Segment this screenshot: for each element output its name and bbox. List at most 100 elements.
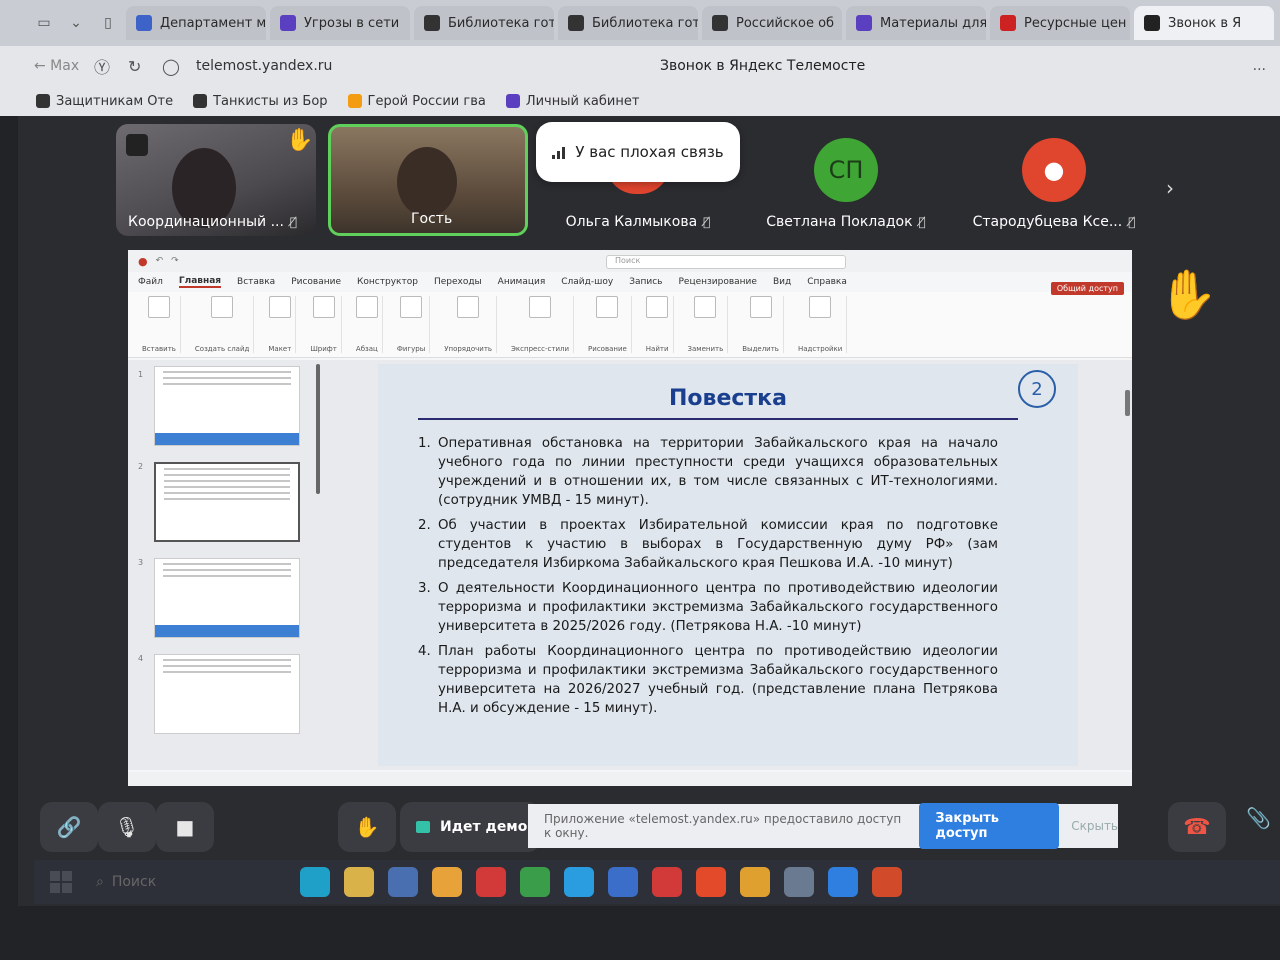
uc-icon (136, 15, 152, 31)
link-button[interactable]: 🔗 (40, 802, 98, 852)
circle-app-icon[interactable] (784, 867, 814, 897)
z-icon (712, 15, 728, 31)
reload-icon[interactable]: ↻ (128, 57, 162, 76)
tab[interactable]: Библиотека гот (558, 6, 698, 40)
tab-label: Угрозы в сети (304, 15, 400, 31)
bookmark-item[interactable]: Личный кабинет (505, 94, 639, 109)
tab[interactable]: Звонок в Я (1134, 6, 1274, 40)
mic-button[interactable]: 🎙 (98, 802, 156, 852)
yandex-browser-icon[interactable] (740, 867, 770, 897)
bookmark-item[interactable]: Герой России гва (347, 94, 486, 109)
pp-ribbon-group[interactable]: Рисование (584, 296, 632, 353)
pp-ribbon-group[interactable]: Макет (264, 296, 297, 353)
slide-thumb[interactable] (154, 654, 300, 734)
chevron-right-icon[interactable]: › (1166, 176, 1174, 200)
taskbar-search[interactable]: ⌕ Поиск (86, 867, 286, 897)
bookmark-item[interactable]: Танкисты из Бор (193, 93, 328, 109)
pp-menu-item[interactable]: Анимация (498, 277, 546, 287)
tab[interactable]: Департамент м (126, 6, 266, 40)
pp-menu-item[interactable]: Запись (629, 277, 662, 287)
slide-canvas[interactable]: 2 Повестка 1. Оперативная обстановка на т… (378, 364, 1078, 766)
participant-tile-active[interactable]: Гость (328, 124, 528, 236)
ribbon-label: Шрифт (310, 345, 337, 353)
url-field[interactable]: telemost.yandex.ru (196, 58, 556, 74)
participant-tile[interactable]: ✋ Координационный ... 🎙̸ (116, 124, 316, 236)
pp-menu-item[interactable]: Слайд-шоу (561, 277, 613, 287)
pp-menu-item[interactable]: Главная (178, 276, 222, 288)
pp-ribbon-group[interactable]: Фигуры (393, 296, 431, 353)
pp-ribbon-group[interactable]: Экспресс-стили (507, 296, 575, 353)
store-icon[interactable] (388, 867, 418, 897)
pp-ribbon-group[interactable]: Найти (642, 296, 674, 353)
raise-hand-button[interactable]: ✋ (338, 802, 396, 852)
slide-thumb[interactable] (154, 558, 300, 638)
yandex-icon[interactable]: Ⓨ (94, 54, 128, 78)
edge-icon[interactable] (300, 867, 330, 897)
start-button[interactable] (50, 871, 72, 893)
windows-icon[interactable] (828, 867, 858, 897)
tab[interactable]: Российское об (702, 6, 842, 40)
pp-menu-item[interactable]: Вставка (237, 277, 275, 287)
undo-icon[interactable]: ↶ (156, 256, 164, 266)
pp-menu-item[interactable]: Конструктор (357, 277, 418, 287)
record-icon[interactable]: ● (138, 255, 148, 268)
camera-button[interactable]: ■ (156, 802, 214, 852)
security-icon[interactable]: ◯ (162, 57, 196, 76)
pp-menu-item[interactable]: Файл (138, 277, 163, 287)
back-button[interactable]: ← Max (34, 58, 94, 74)
pp-search-input[interactable]: Поиск (606, 255, 846, 269)
pdf-icon[interactable] (476, 867, 506, 897)
chrome-icon[interactable] (520, 867, 550, 897)
pp-ribbon-group[interactable]: Надстройки (794, 296, 848, 353)
save-icon[interactable] (608, 867, 638, 897)
participant-tile[interactable]: ● Стародубцева Ксе... 🎙̸ (954, 124, 1154, 236)
opera-icon[interactable] (652, 867, 682, 897)
pp-menu-item[interactable]: Рецензирование (678, 277, 756, 287)
pp-ribbon-group[interactable]: Абзац (352, 296, 383, 353)
bookmark-item[interactable]: Защитникам Оте (36, 94, 173, 109)
screen-share-icon (416, 821, 430, 833)
participant-tile[interactable]: СП Светлана Покладок 🎙̸ (746, 124, 946, 236)
ribbon-label: Создать слайд (194, 345, 250, 353)
tab-label: Ресурсные цен (1024, 15, 1127, 31)
search-app-icon[interactable] (432, 867, 462, 897)
chevron-down-icon[interactable]: ⌄ (62, 9, 90, 37)
tab-list-icon[interactable]: ▭ (30, 9, 58, 37)
attach-icon[interactable]: 📎 (1246, 806, 1271, 830)
pp-ribbon-group[interactable]: Упорядочить (440, 296, 498, 353)
tab-list: Департамент м Угрозы в сети Библиотека гот… (126, 6, 1274, 40)
pp-ribbon-group[interactable]: Вставить (138, 296, 181, 353)
pp-ribbon-group[interactable]: Выделить (738, 296, 784, 353)
pp-menu-item[interactable]: Справка (807, 277, 847, 287)
redo-icon[interactable]: ↷ (171, 256, 179, 266)
thumb-scrollbar[interactable] (316, 364, 320, 494)
slide-thumb-selected[interactable] (154, 462, 300, 542)
explorer-icon[interactable] (344, 867, 374, 897)
pp-ribbon-group[interactable]: Заменить (684, 296, 729, 353)
pp-menu-item[interactable]: Рисование (291, 277, 341, 287)
pp-menu-item[interactable]: Переходы (434, 277, 482, 287)
close-access-button[interactable]: Закрыть доступ (919, 803, 1060, 849)
hide-button[interactable]: Скрыть (1071, 819, 1118, 833)
screen-share-button[interactable]: Идет демо (400, 802, 540, 852)
agenda-list: 1. Оперативная обстановка на территории З… (418, 434, 998, 724)
slide-scrollbar[interactable] (1125, 390, 1130, 416)
tab[interactable]: Материалы для (846, 6, 986, 40)
yandex-icon[interactable] (696, 867, 726, 897)
pp-ribbon-group[interactable]: Шрифт (306, 296, 342, 353)
powerpoint-icon[interactable] (872, 867, 902, 897)
tab[interactable]: Библиотека гот (414, 6, 554, 40)
new-page-icon[interactable]: ▯ (94, 9, 122, 37)
more-icon[interactable]: ... (1253, 58, 1266, 74)
raised-hand-icon[interactable]: ✋ (1158, 266, 1218, 323)
ribbon-label: Абзац (355, 345, 378, 353)
tab[interactable]: Ресурсные цен (990, 6, 1130, 40)
slide-thumb[interactable] (154, 366, 300, 446)
bookmark-label: Танкисты из Бор (213, 93, 328, 109)
telegram-icon[interactable] (564, 867, 594, 897)
pp-menu-item[interactable]: Вид (773, 277, 791, 287)
tab[interactable]: Угрозы в сети (270, 6, 410, 40)
pp-share-button[interactable]: Общий доступ (1050, 282, 1124, 295)
hang-up-button[interactable]: ☎ (1168, 802, 1226, 852)
pp-ribbon-group[interactable]: Создать слайд (191, 296, 255, 353)
